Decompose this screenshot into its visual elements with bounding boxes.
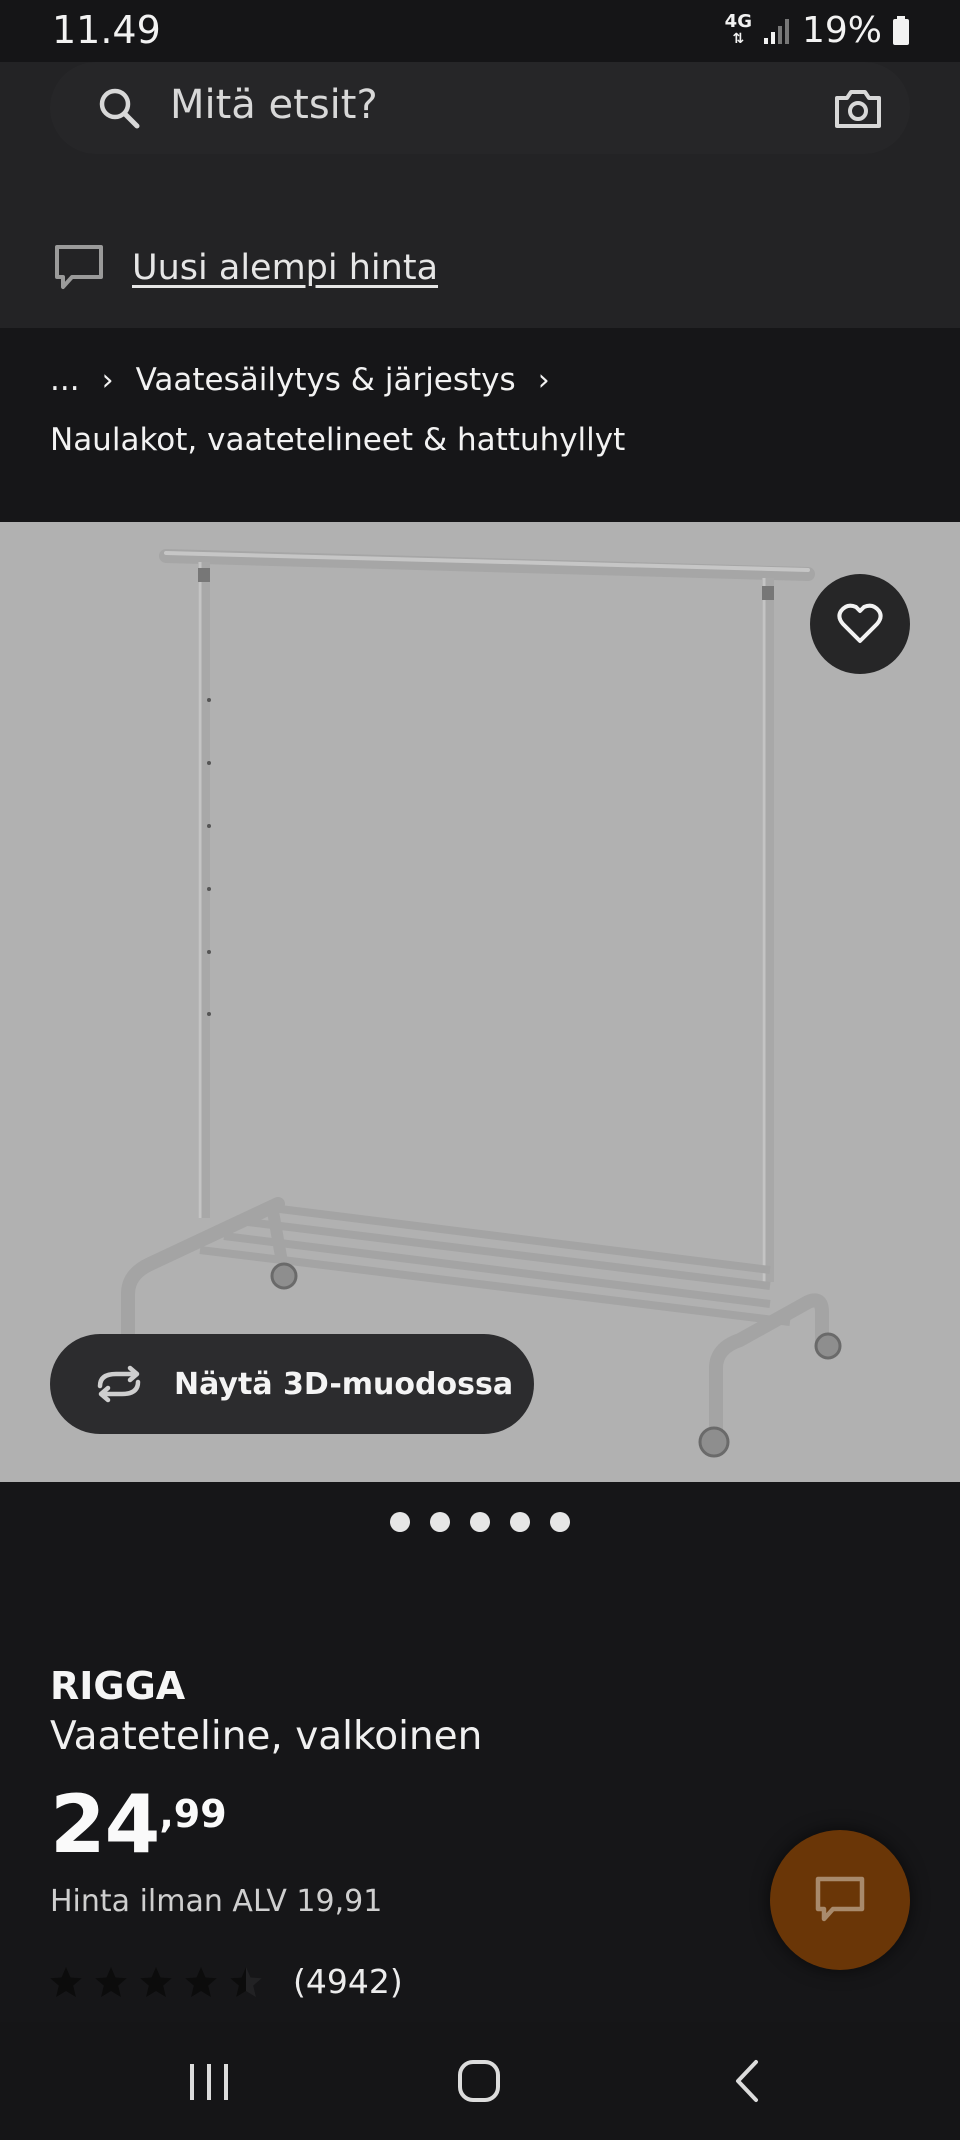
breadcrumb-ellipsis[interactable]: ... [50, 362, 80, 398]
network-indicator: 4G ⇅ [724, 11, 752, 48]
price-excl-vat: Hinta ilman ALV 19,91 [50, 1884, 383, 1919]
view-3d-button[interactable]: Näytä 3D-muodossa [50, 1334, 534, 1434]
gallery-dot[interactable] [510, 1512, 530, 1532]
product-rating[interactable]: (4942) [48, 1962, 403, 2001]
header: Mitä etsit? Uusi alempi hinta [0, 62, 960, 328]
product-brand: RIGGA [50, 1664, 186, 1708]
nav-recent-icon[interactable] [186, 2060, 232, 2104]
battery-percent: 19% [801, 10, 882, 51]
search-input[interactable]: Mitä etsit? [170, 82, 378, 128]
star-icon [185, 1966, 217, 1997]
breadcrumb-category[interactable]: Vaatesäilytys & järjestys [136, 362, 516, 398]
rotate-3d-icon [97, 1365, 141, 1403]
heart-icon [837, 603, 883, 643]
favorite-button[interactable] [810, 574, 910, 674]
nav-home-icon[interactable] [456, 2058, 502, 2104]
price-integer: 24 [50, 1778, 160, 1871]
chevron-right-icon: › [101, 362, 114, 398]
chat-button[interactable] [770, 1830, 910, 1970]
star-icon [50, 1966, 82, 1997]
system-nav-bar [0, 2022, 960, 2140]
price-notice[interactable]: Uusi alempi hinta [52, 242, 438, 294]
network-label: 4G [724, 11, 752, 32]
chevron-right-icon: › [537, 362, 550, 398]
view-3d-label: Näytä 3D-muodossa [174, 1366, 514, 1402]
gallery-dot[interactable] [470, 1512, 490, 1532]
status-time: 11.49 [52, 8, 161, 52]
signal-icon [763, 18, 789, 44]
gallery-pagination [0, 1512, 960, 1532]
status-bar: 11.49 4G ⇅ 19% [0, 0, 960, 62]
chat-icon [815, 1876, 865, 1922]
new-lower-price-link[interactable]: Uusi alempi hinta [132, 248, 438, 288]
chat-bubble-icon [55, 245, 103, 289]
status-icons: 4G ⇅ 19% [725, 10, 910, 51]
gallery-dot[interactable] [430, 1512, 450, 1532]
breadcrumb-current[interactable]: Naulakot, vaatetelineet & hattuhyllyt [50, 422, 625, 458]
battery-icon [893, 15, 909, 45]
product-price: 24 ,99 [50, 1780, 227, 1870]
star-half-icon [230, 1966, 262, 1997]
gallery-dot[interactable] [550, 1512, 570, 1532]
product-gallery[interactable]: Näytä 3D-muodossa [0, 522, 960, 1482]
camera-icon[interactable] [831, 82, 885, 136]
star-icon [140, 1966, 172, 1997]
review-count[interactable]: (4942) [293, 1962, 403, 2001]
nav-back-icon[interactable] [730, 2058, 766, 2104]
gallery-dot[interactable] [390, 1512, 410, 1532]
breadcrumb: ... › Vaatesäilytys & järjestys › Naulak… [0, 328, 960, 522]
search-icon [99, 88, 140, 129]
search-bar[interactable]: Mitä etsit? [50, 62, 910, 154]
product-description: Vaateteline, valkoinen [50, 1714, 483, 1759]
star-icon [95, 1966, 127, 1997]
price-decimal: ,99 [159, 1792, 227, 1836]
